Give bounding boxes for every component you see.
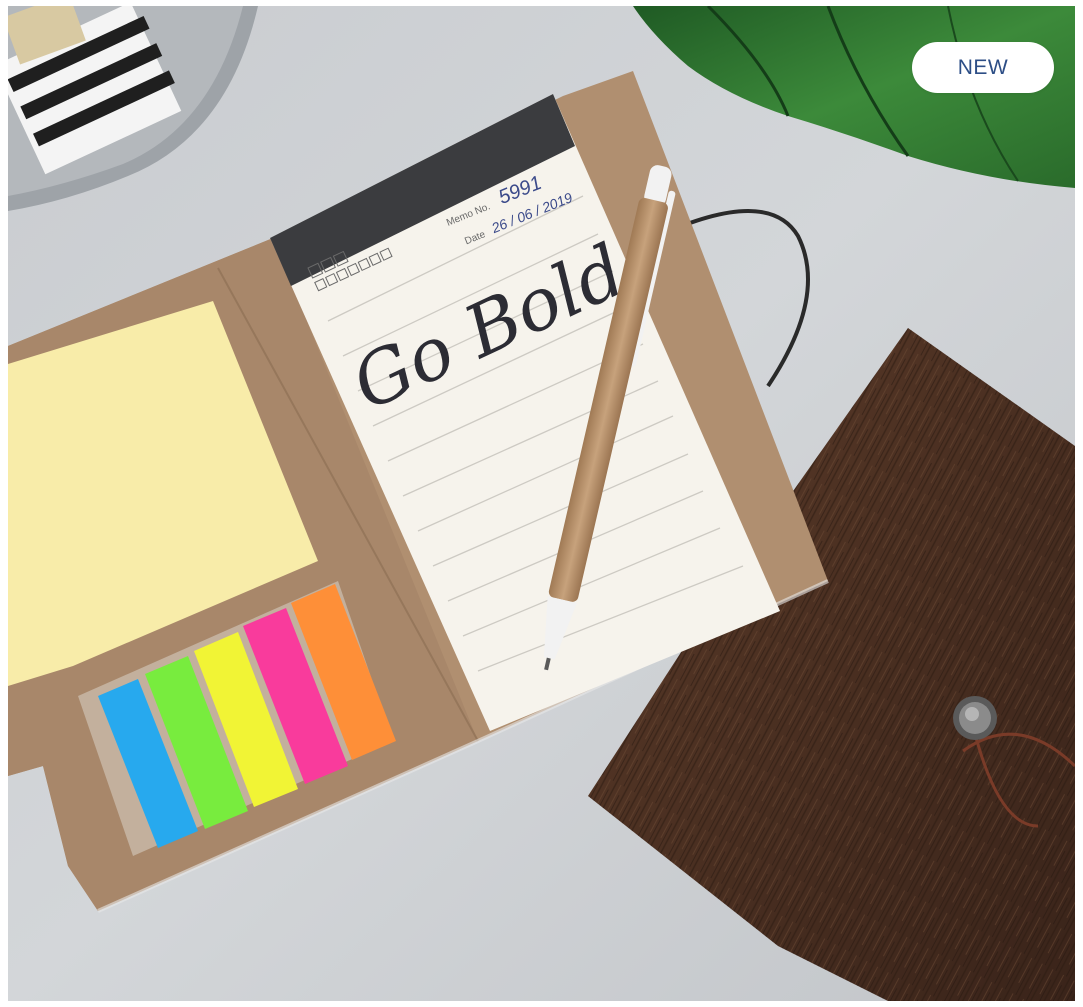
right-edge xyxy=(1075,0,1083,1007)
new-badge: NEW xyxy=(912,42,1054,93)
product-photo: Memo No. 5991 Date 26 / 06 / 2019 Go Bol… xyxy=(8,6,1075,1001)
product-image-frame: Memo No. 5991 Date 26 / 06 / 2019 Go Bol… xyxy=(8,6,1075,1001)
